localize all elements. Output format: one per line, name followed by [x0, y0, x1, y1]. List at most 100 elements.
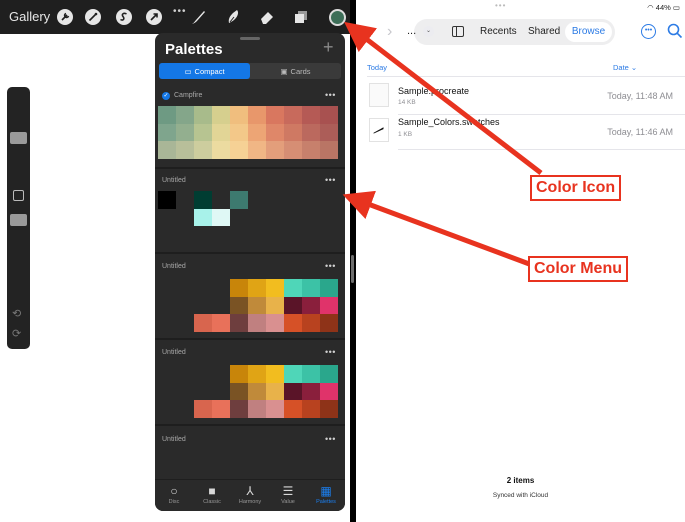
- color-swatch[interactable]: [266, 365, 284, 383]
- empty-swatch[interactable]: [158, 314, 176, 332]
- color-swatch[interactable]: [212, 400, 230, 418]
- redo-icon[interactable]: ⟳: [12, 327, 21, 340]
- color-swatch[interactable]: [284, 382, 302, 400]
- panel-grabber[interactable]: [240, 37, 260, 40]
- palette-more-button[interactable]: •••: [325, 347, 336, 357]
- opacity-slider[interactable]: [10, 214, 27, 226]
- empty-swatch[interactable]: [302, 191, 320, 209]
- empty-swatch[interactable]: [194, 365, 212, 383]
- color-swatch[interactable]: [176, 106, 194, 124]
- color-swatch[interactable]: [284, 365, 302, 383]
- empty-swatch[interactable]: [212, 279, 230, 297]
- color-swatch[interactable]: [302, 382, 320, 400]
- color-swatch[interactable]: [212, 123, 230, 141]
- back-chevron-icon[interactable]: ‹: [365, 23, 370, 41]
- color-swatch[interactable]: [158, 106, 176, 124]
- tab-browse[interactable]: Browse: [565, 22, 612, 42]
- color-swatch[interactable]: [284, 314, 302, 332]
- color-swatch[interactable]: [266, 314, 284, 332]
- brush-size-slider[interactable]: [10, 132, 27, 144]
- empty-swatch[interactable]: [176, 314, 194, 332]
- tab-recents[interactable]: Recents: [480, 26, 517, 37]
- color-swatch[interactable]: [212, 208, 230, 226]
- empty-swatch[interactable]: [158, 279, 176, 297]
- color-swatch[interactable]: [248, 141, 266, 159]
- nav-disc[interactable]: ○ Disc: [155, 483, 193, 505]
- color-swatch[interactable]: [248, 365, 266, 383]
- gallery-button[interactable]: Gallery: [9, 9, 50, 24]
- color-swatch[interactable]: [248, 400, 266, 418]
- color-swatch[interactable]: [284, 296, 302, 314]
- smudge-icon[interactable]: [224, 8, 242, 26]
- color-swatch[interactable]: [320, 296, 338, 314]
- color-swatch[interactable]: [248, 279, 266, 297]
- empty-swatch[interactable]: [284, 191, 302, 209]
- undo-icon[interactable]: ⟲: [12, 307, 21, 320]
- empty-swatch[interactable]: [158, 365, 176, 383]
- color-swatch[interactable]: [302, 296, 320, 314]
- color-swatch[interactable]: [320, 123, 338, 141]
- color-swatch[interactable]: [230, 123, 248, 141]
- color-swatch[interactable]: [158, 191, 176, 209]
- color-swatch[interactable]: [266, 141, 284, 159]
- compact-tab[interactable]: ▭ Compact: [159, 63, 250, 79]
- cards-tab[interactable]: ▣ Cards: [250, 63, 341, 79]
- color-swatch[interactable]: [230, 141, 248, 159]
- palette-title[interactable]: Untitled: [162, 177, 186, 184]
- color-swatch[interactable]: [266, 279, 284, 297]
- color-swatch[interactable]: [266, 106, 284, 124]
- empty-swatch[interactable]: [212, 365, 230, 383]
- empty-swatch[interactable]: [176, 400, 194, 418]
- empty-swatch[interactable]: [158, 209, 176, 227]
- empty-swatch[interactable]: [212, 191, 230, 209]
- empty-swatch[interactable]: [212, 297, 230, 315]
- brush-icon[interactable]: [189, 8, 207, 26]
- empty-swatch[interactable]: [230, 209, 248, 227]
- palette-title[interactable]: Campfire: [174, 92, 202, 99]
- color-swatch[interactable]: [194, 106, 212, 124]
- color-swatch[interactable]: [302, 314, 320, 332]
- empty-swatch[interactable]: [176, 365, 194, 383]
- empty-swatch[interactable]: [194, 383, 212, 401]
- empty-swatch[interactable]: [194, 279, 212, 297]
- color-swatch[interactable]: [320, 365, 338, 383]
- color-swatch[interactable]: [212, 141, 230, 159]
- color-swatch[interactable]: [230, 279, 248, 297]
- palette-more-button[interactable]: •••: [325, 434, 336, 444]
- color-swatch[interactable]: [320, 314, 338, 332]
- color-swatch[interactable]: [230, 191, 248, 209]
- color-swatch[interactable]: [176, 141, 194, 159]
- color-swatch[interactable]: [230, 106, 248, 124]
- color-swatch[interactable]: [266, 382, 284, 400]
- empty-swatch[interactable]: [284, 209, 302, 227]
- empty-swatch[interactable]: [158, 297, 176, 315]
- color-swatch[interactable]: [284, 279, 302, 297]
- color-swatch[interactable]: [230, 400, 248, 418]
- empty-swatch[interactable]: [176, 191, 194, 209]
- color-swatch[interactable]: [302, 365, 320, 383]
- magic-wand-icon[interactable]: [84, 8, 102, 26]
- palette-more-button[interactable]: •••: [325, 261, 336, 271]
- group-label-today[interactable]: Today: [367, 63, 387, 72]
- color-swatch[interactable]: [194, 191, 212, 209]
- search-icon[interactable]: [667, 23, 683, 39]
- sort-by-date[interactable]: Date ⌄: [613, 63, 637, 72]
- empty-swatch[interactable]: [266, 191, 284, 209]
- forward-chevron-icon[interactable]: ›: [387, 23, 392, 41]
- empty-swatch[interactable]: [320, 209, 338, 227]
- empty-swatch[interactable]: [194, 297, 212, 315]
- color-icon[interactable]: [329, 9, 346, 26]
- color-swatch[interactable]: [158, 141, 176, 159]
- color-swatch[interactable]: [320, 279, 338, 297]
- path-ellipsis[interactable]: ...: [407, 25, 416, 37]
- eraser-icon[interactable]: [258, 8, 276, 26]
- color-swatch[interactable]: [194, 123, 212, 141]
- color-swatch[interactable]: [230, 296, 248, 314]
- color-swatch[interactable]: [230, 382, 248, 400]
- sidebar-toggle-icon[interactable]: [452, 26, 464, 37]
- color-swatch[interactable]: [284, 106, 302, 124]
- color-swatch[interactable]: [248, 314, 266, 332]
- transform-arrow-icon[interactable]: [145, 8, 163, 26]
- color-swatch[interactable]: [212, 314, 230, 332]
- color-swatch[interactable]: [284, 400, 302, 418]
